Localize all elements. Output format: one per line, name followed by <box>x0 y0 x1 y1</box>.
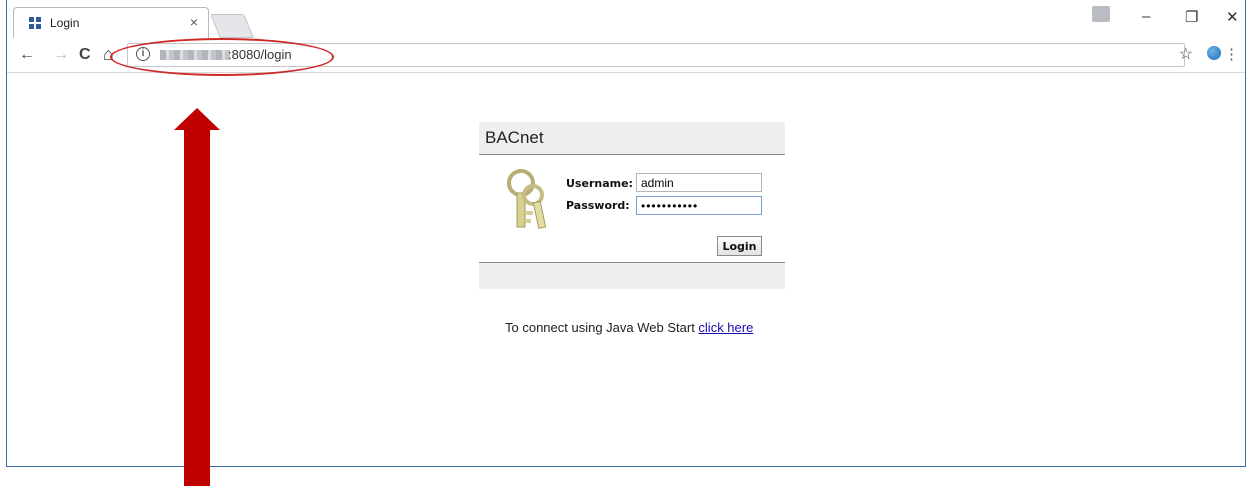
window-close-icon[interactable]: ✕ <box>1226 8 1239 26</box>
forward-icon[interactable]: → <box>53 46 69 64</box>
username-field[interactable] <box>636 173 762 192</box>
back-icon[interactable]: ← <box>19 46 35 64</box>
extension-globe-icon[interactable] <box>1207 46 1221 60</box>
password-label: Password: <box>566 199 630 212</box>
keys-icon <box>507 169 547 229</box>
restore-icon[interactable]: ❐ <box>1185 8 1198 26</box>
java-web-start-text: To connect using Java Web Start <box>505 320 699 335</box>
page-favicon-icon <box>29 17 41 29</box>
tab-login[interactable]: Login × <box>13 7 209 38</box>
profile-icon[interactable] <box>1092 6 1110 22</box>
click-here-link[interactable]: click here <box>698 320 753 335</box>
reload-icon[interactable]: C <box>79 46 91 64</box>
password-field[interactable] <box>636 196 762 215</box>
tab-close-icon[interactable]: × <box>190 14 198 30</box>
username-label: Username: <box>566 177 633 190</box>
login-panel: BACnet Username: Password: Login <box>479 122 785 289</box>
minimize-icon[interactable]: – <box>1142 8 1150 25</box>
annotation-ellipse <box>110 38 334 76</box>
java-web-start-line: To connect using Java Web Start click he… <box>505 320 753 335</box>
tab-strip: Login × – ❐ ✕ <box>7 0 1245 38</box>
new-tab-button[interactable] <box>210 14 254 38</box>
panel-title: BACnet <box>479 122 785 155</box>
menu-icon[interactable]: ⋮ <box>1224 45 1239 63</box>
annotation-arrow-shaft <box>184 125 210 486</box>
tab-title: Login <box>50 16 80 30</box>
bookmark-star-icon[interactable]: ☆ <box>1179 44 1193 64</box>
panel-footer <box>479 263 785 289</box>
login-button[interactable]: Login <box>717 236 762 256</box>
